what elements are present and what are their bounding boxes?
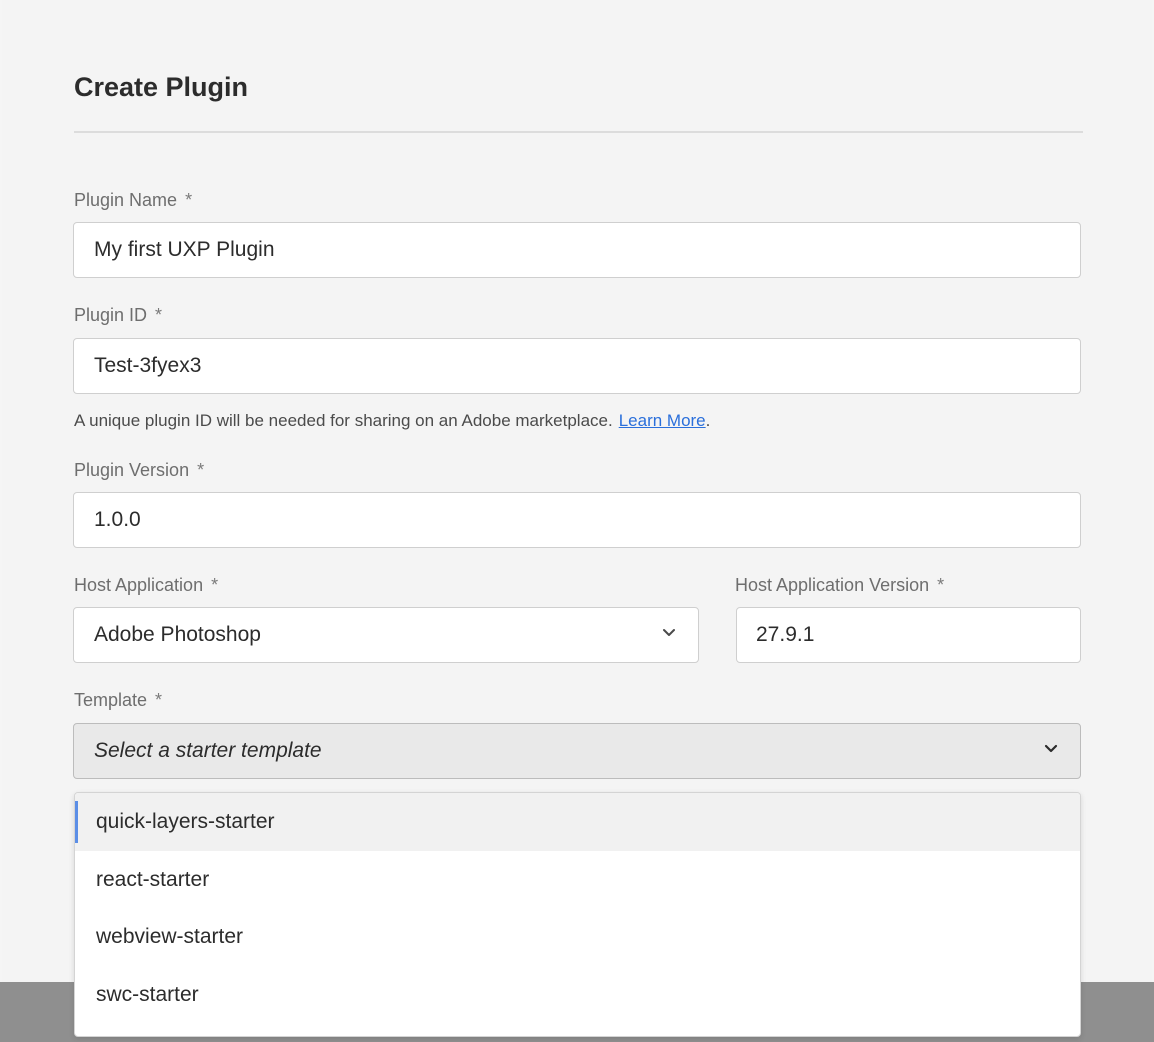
title-divider bbox=[74, 131, 1083, 133]
chevron-down-icon bbox=[1044, 744, 1058, 753]
required-asterisk: * bbox=[155, 305, 163, 325]
host-application-value: Adobe Photoshop bbox=[94, 623, 261, 646]
plugin-id-label-text: Plugin ID bbox=[74, 305, 148, 325]
host-application-select[interactable]: Adobe Photoshop bbox=[73, 607, 699, 663]
host-application-label: Host Application * bbox=[74, 575, 218, 596]
menu-item-quick-layers-starter[interactable]: quick-layers-starter bbox=[75, 793, 1080, 851]
dialog-title: Create Plugin bbox=[74, 72, 249, 102]
plugin-version-label-text: Plugin Version bbox=[74, 460, 190, 480]
host-application-version-value: 27.9.1 bbox=[756, 623, 815, 646]
plugin-name-label-text: Plugin Name bbox=[74, 190, 178, 210]
template-label: Template * bbox=[74, 690, 162, 711]
template-select[interactable]: Select a starter template bbox=[73, 723, 1081, 779]
required-asterisk: * bbox=[155, 690, 163, 710]
required-asterisk: * bbox=[185, 190, 193, 210]
template-options-menu: quick-layers-starter react-starter webvi… bbox=[74, 792, 1081, 1037]
plugin-name-label: Plugin Name * bbox=[74, 190, 192, 211]
plugin-id-value: Test-3fyex3 bbox=[94, 354, 202, 377]
host-application-label-text: Host Application bbox=[74, 575, 204, 595]
plugin-name-value: My first UXP Plugin bbox=[94, 238, 275, 261]
required-asterisk: * bbox=[211, 575, 219, 595]
plugin-name-input[interactable]: My first UXP Plugin bbox=[73, 222, 1081, 278]
plugin-id-help-text: A unique plugin ID will be needed for sh… bbox=[74, 411, 710, 431]
plugin-id-help-message: A unique plugin ID will be needed for sh… bbox=[74, 411, 613, 430]
plugin-version-input[interactable]: 1.0.0 bbox=[73, 492, 1081, 548]
menu-item-swc-starter[interactable]: swc-starter bbox=[75, 966, 1080, 1024]
host-application-version-label: Host Application Version * bbox=[735, 575, 944, 596]
template-label-text: Template bbox=[74, 690, 148, 710]
plugin-id-input[interactable]: Test-3fyex3 bbox=[73, 338, 1081, 394]
help-suffix: . bbox=[705, 411, 711, 430]
template-placeholder: Select a starter template bbox=[94, 739, 322, 762]
chevron-down-icon bbox=[663, 629, 675, 636]
host-application-version-label-text: Host Application Version bbox=[735, 575, 930, 595]
menu-item-react-starter[interactable]: react-starter bbox=[75, 851, 1080, 909]
plugin-version-label: Plugin Version * bbox=[74, 460, 204, 481]
learn-more-link[interactable]: Learn More bbox=[619, 411, 706, 430]
menu-item-webview-starter[interactable]: webview-starter bbox=[75, 908, 1080, 966]
plugin-version-value: 1.0.0 bbox=[94, 508, 141, 531]
plugin-id-label: Plugin ID * bbox=[74, 305, 162, 326]
host-application-version-input[interactable]: 27.9.1 bbox=[736, 607, 1081, 663]
required-asterisk: * bbox=[197, 460, 205, 480]
required-asterisk: * bbox=[937, 575, 945, 595]
